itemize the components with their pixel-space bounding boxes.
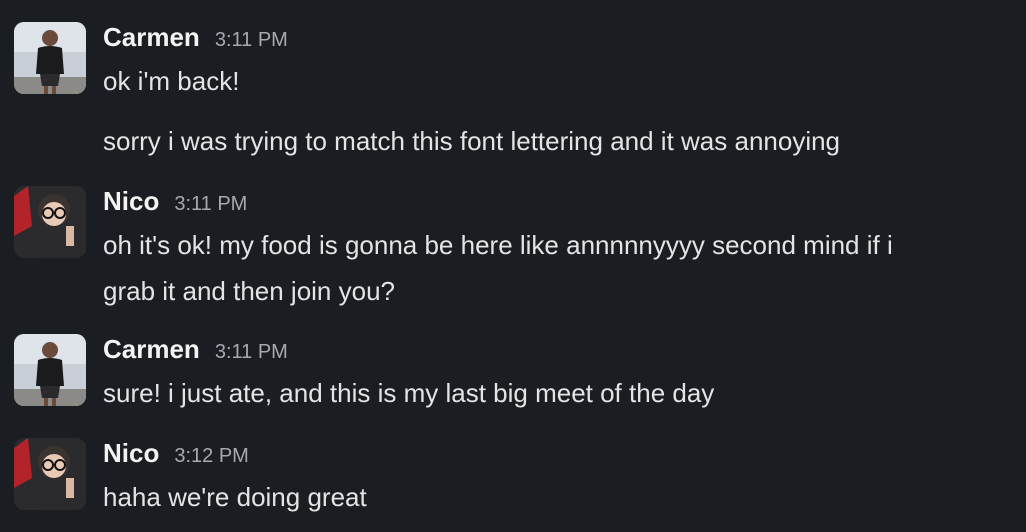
author-name[interactable]: Carmen [103,334,200,365]
message-text: grab it and then join you? [103,276,395,306]
timestamp[interactable]: 3:11 PM [174,193,247,216]
author-name[interactable]: Carmen [103,22,200,53]
nico-avatar[interactable] [14,186,86,258]
author-name[interactable]: Nico [103,438,159,469]
message-text: sure! i just ate, and this is my last bi… [103,378,715,408]
nico-avatar[interactable] [14,438,86,510]
timestamp[interactable]: 3:11 PM [215,29,288,52]
author-name[interactable]: Nico [103,186,159,217]
timestamp[interactable]: 3:12 PM [174,445,248,468]
timestamp[interactable]: 3:11 PM [215,341,288,364]
message-text: oh it's ok! my food is gonna be here lik… [103,230,893,260]
carmen-avatar[interactable] [14,22,86,94]
message-text: sorry i was trying to match this font le… [103,126,841,156]
message-text: ok i'm back! [103,66,240,96]
message-text: haha we're doing great [103,482,367,512]
carmen-avatar[interactable] [14,334,86,406]
